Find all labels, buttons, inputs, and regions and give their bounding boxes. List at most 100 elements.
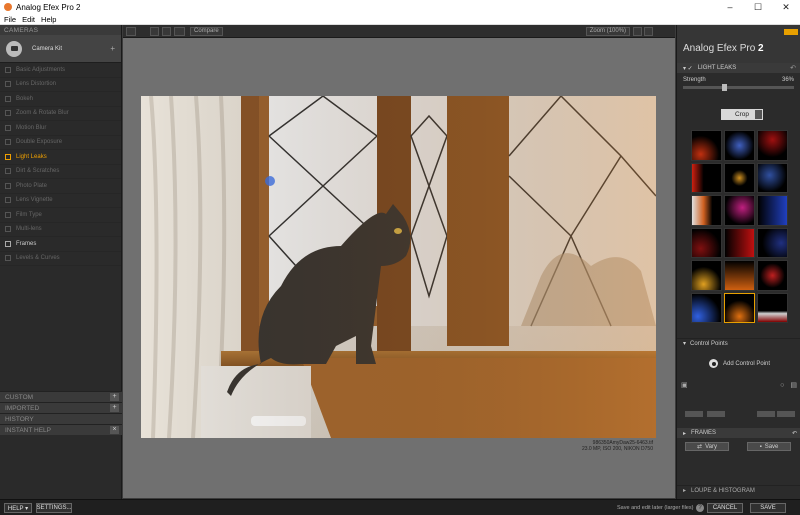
preset-thumb[interactable] <box>691 195 722 226</box>
filter-label: Multi-lens <box>16 226 42 233</box>
filter-film-type[interactable]: Film Type <box>0 208 121 223</box>
save-preset-label: Save <box>764 443 779 450</box>
filter-double-exposure[interactable]: Double Exposure <box>0 136 121 150</box>
maximize-button[interactable]: ☐ <box>744 0 772 14</box>
strength-slider[interactable] <box>683 84 794 91</box>
section-title: LIGHT LEAKS <box>697 65 737 71</box>
next-button[interactable] <box>777 411 795 417</box>
custom-section[interactable]: CUSTOM + <box>0 391 122 402</box>
filter-zoom-rotate-blur[interactable]: Zoom & Rotate Blur <box>0 107 121 121</box>
help-icon[interactable]: ? <box>696 504 704 512</box>
preset-thumb[interactable] <box>757 195 788 226</box>
preset-thumb[interactable] <box>691 162 722 193</box>
close-icon[interactable]: × <box>110 426 119 434</box>
slider-handle[interactable] <box>722 84 727 91</box>
side-by-side-icon[interactable] <box>174 26 185 36</box>
preset-thumb[interactable] <box>691 130 722 161</box>
settings-button[interactable]: SETTINGS... <box>36 503 72 513</box>
crop-select[interactable]: Crop <box>721 109 763 120</box>
preset-thumb[interactable] <box>691 227 722 258</box>
reset-icon[interactable]: ↶ <box>792 430 797 437</box>
save-icon: ▪ <box>759 443 762 450</box>
zoom-select[interactable]: Zoom (100%) <box>585 26 631 36</box>
preset-thumb[interactable] <box>691 260 722 291</box>
frames-header[interactable]: ▸ FRAMES ↶ <box>677 428 800 438</box>
image-icon[interactable]: ▣ <box>681 381 688 389</box>
preset-thumb[interactable] <box>724 195 755 226</box>
camera-kit-row[interactable]: Camera Kit + <box>0 35 121 63</box>
preset-thumb[interactable] <box>757 260 788 291</box>
single-view-icon[interactable] <box>150 26 159 36</box>
help-button[interactable]: HELP ▾ <box>4 503 32 513</box>
compare-button[interactable]: Compare <box>190 26 223 36</box>
reset-icon[interactable]: ↶ <box>790 64 796 72</box>
filter-multi-lens[interactable]: Multi-lens <box>0 223 121 237</box>
add-control-point-button[interactable]: Add Control Point <box>709 359 770 368</box>
reset-icon[interactable]: ○ <box>780 382 784 389</box>
minimize-button[interactable]: – <box>716 0 744 14</box>
imported-section[interactable]: IMPORTED + <box>0 402 122 413</box>
add-icon[interactable]: + <box>110 44 115 53</box>
filter-icon <box>5 81 11 88</box>
brand-number: 2 <box>758 43 764 54</box>
filter-frames[interactable]: Frames <box>0 237 121 252</box>
filter-icon <box>5 139 11 146</box>
preset-thumb-selected[interactable] <box>724 292 755 323</box>
panel-toggle-icon[interactable] <box>126 26 136 36</box>
control-points-header[interactable]: ▾ Control Points <box>677 338 800 348</box>
menu-edit[interactable]: Edit <box>22 15 35 24</box>
redo-button[interactable] <box>707 411 725 417</box>
filter-lens-distortion[interactable]: Lens Distortion <box>0 78 121 92</box>
preset-thumb[interactable] <box>724 227 755 258</box>
filter-icon <box>5 66 11 73</box>
checkbox-icon[interactable]: ▾ ✓ <box>683 65 693 72</box>
filter-lens-vignette[interactable]: Lens Vignette <box>0 194 121 208</box>
app-icon <box>4 3 12 11</box>
filter-light-leaks[interactable]: Light Leaks <box>0 150 121 165</box>
preset-thumb[interactable] <box>757 227 788 258</box>
preset-thumb[interactable] <box>724 162 755 193</box>
panel-right-icon[interactable] <box>644 26 654 36</box>
close-button[interactable]: ✕ <box>772 0 800 14</box>
filter-icon <box>5 197 11 204</box>
undo-button[interactable] <box>685 411 703 417</box>
filter-bokeh[interactable]: Bokeh <box>0 92 121 107</box>
cancel-button[interactable]: CANCEL <box>707 503 743 513</box>
preset-thumb[interactable] <box>757 292 788 323</box>
filter-label: Double Exposure <box>16 139 63 146</box>
instant-help-section[interactable]: INSTANT HELP × <box>0 424 122 435</box>
filter-dirt-scratches[interactable]: Dirt & Scratches <box>0 165 121 179</box>
collapse-icon: ▾ <box>683 341 687 347</box>
filter-basic-adjustments[interactable]: Basic Adjustments <box>0 63 121 78</box>
add-icon[interactable]: + <box>110 404 119 412</box>
strength-label: Strength <box>683 76 706 83</box>
light-leaks-header[interactable]: ▾ ✓ LIGHT LEAKS ↶ <box>677 63 800 73</box>
filter-photo-plate[interactable]: Photo Plate <box>0 179 121 194</box>
background-icon[interactable] <box>633 26 643 36</box>
menu-help[interactable]: Help <box>41 15 56 24</box>
add-icon[interactable]: + <box>110 393 119 401</box>
cameras-header[interactable]: CAMERAS <box>0 25 121 35</box>
preset-thumb[interactable] <box>724 130 755 161</box>
save-preset-button[interactable]: ▪ Save <box>747 442 791 451</box>
control-point-icon <box>709 359 718 368</box>
delete-icon[interactable]: ▤ <box>790 381 797 389</box>
preset-thumb[interactable] <box>724 260 755 291</box>
preview-photo[interactable] <box>141 96 656 438</box>
filter-icon <box>5 255 11 262</box>
filter-motion-blur[interactable]: Motion Blur <box>0 121 121 136</box>
menu-file[interactable]: File <box>4 15 16 24</box>
filter-levels-curves[interactable]: Levels & Curves <box>0 252 121 266</box>
save-button[interactable]: SAVE <box>750 503 786 513</box>
bottom-bar: HELP ▾ SETTINGS... Save and edit later (… <box>0 499 800 515</box>
history-section[interactable]: HISTORY <box>0 413 122 424</box>
split-view-icon[interactable] <box>162 26 171 36</box>
vary-button[interactable]: ⇄ Vary <box>685 442 729 451</box>
loupe-histogram-header[interactable]: ▸ LOUPE & HISTOGRAM <box>677 485 800 495</box>
window-title: Analog Efex Pro 2 <box>16 2 81 12</box>
nik-logo <box>784 29 798 35</box>
preset-thumb[interactable] <box>757 162 788 193</box>
prev-button[interactable] <box>757 411 775 417</box>
preset-thumb[interactable] <box>757 130 788 161</box>
preset-thumb[interactable] <box>691 292 722 323</box>
